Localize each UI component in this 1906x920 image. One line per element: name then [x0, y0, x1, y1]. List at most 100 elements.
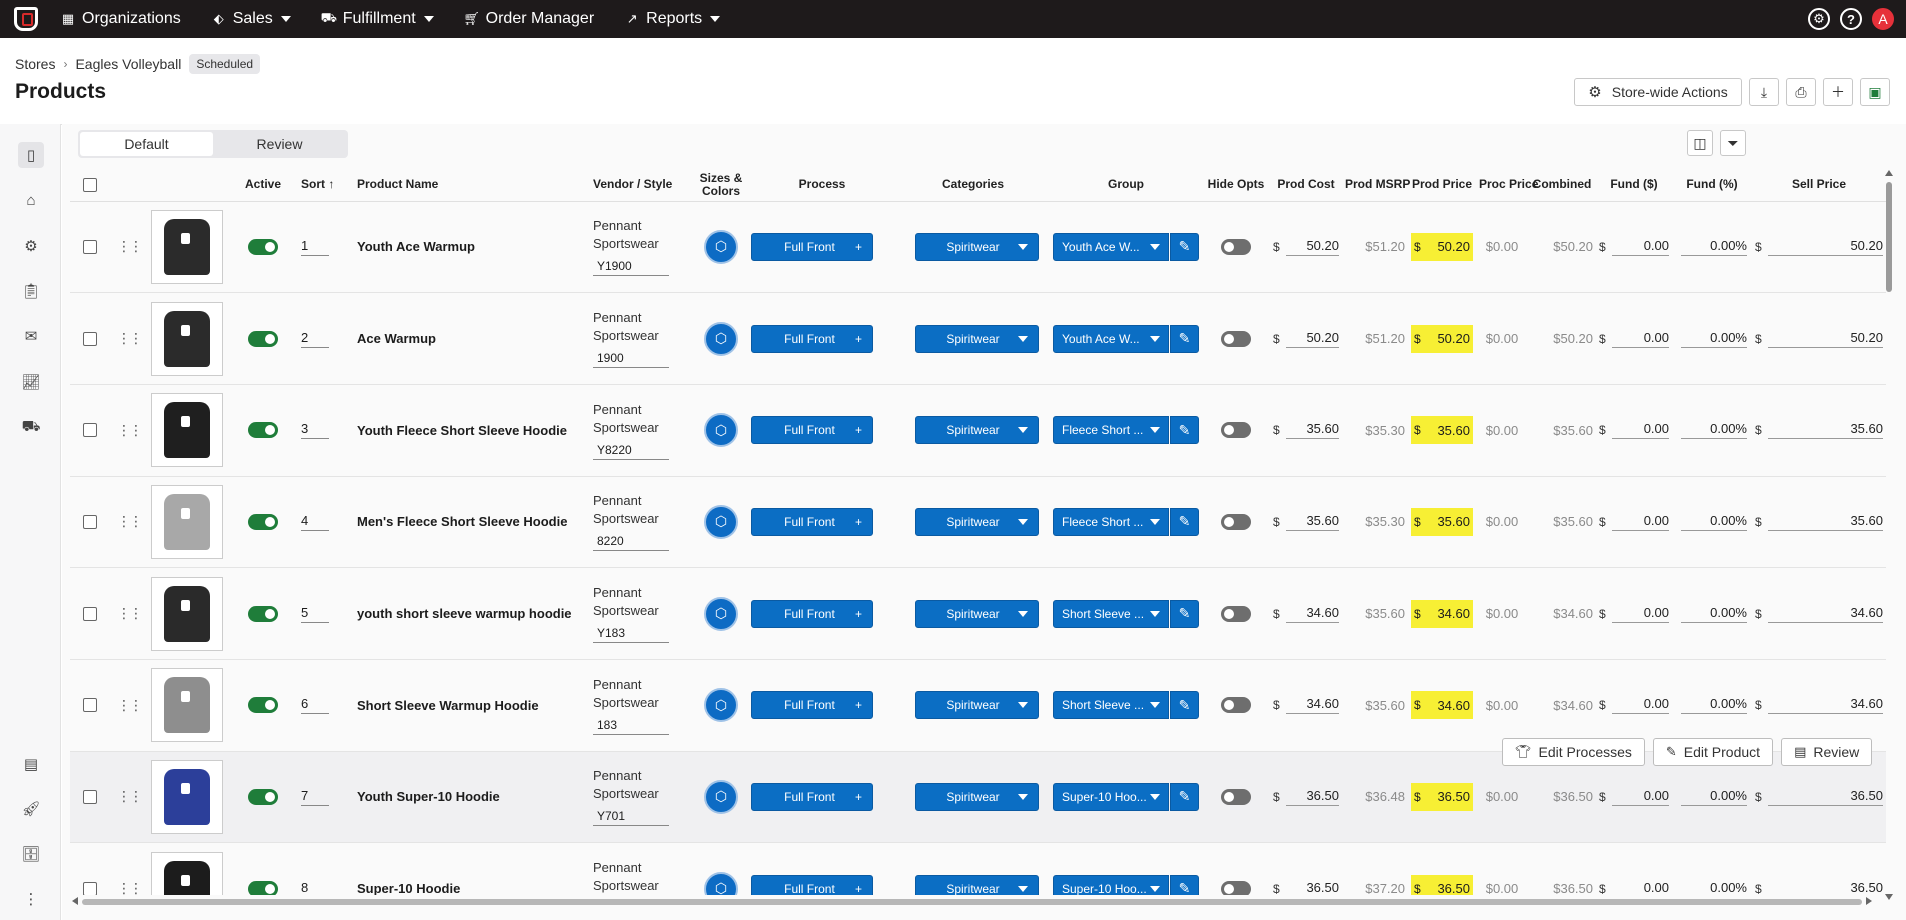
active-toggle[interactable]: [248, 788, 278, 805]
prod-cost-input[interactable]: 36.50: [1286, 880, 1339, 895]
active-toggle[interactable]: [248, 697, 278, 714]
sizes-colors-button[interactable]: ⬡: [704, 596, 738, 631]
scroll-left-arrow-icon[interactable]: [72, 897, 78, 905]
product-name[interactable]: Men's Fleece Short Sleeve Hoodie: [357, 514, 567, 529]
fund-input[interactable]: 0.00: [1611, 421, 1669, 440]
filter-button[interactable]: ⏷: [1720, 130, 1746, 156]
nav-fulfillment[interactable]: ⛟ Fulfillment: [321, 10, 434, 28]
table-row[interactable]: ⋮⋮ 1 Youth Ace Warmup Pennant Sportswear Y19…: [70, 201, 1886, 294]
active-toggle[interactable]: [248, 330, 278, 347]
sell-price-input[interactable]: 36.50: [1768, 880, 1883, 895]
product-thumbnail[interactable]: [151, 576, 223, 651]
fund-pct-input[interactable]: 0.00%: [1681, 696, 1747, 715]
nav-organizations[interactable]: ▦ Organizations: [60, 10, 181, 28]
breadcrumb-stores[interactable]: Stores: [15, 56, 55, 72]
sell-price-input[interactable]: 34.60: [1767, 605, 1883, 623]
analytics-icon[interactable]: 📈︎: [18, 369, 44, 395]
columns-button[interactable]: ◫: [1687, 130, 1713, 156]
fund-input[interactable]: 0.00: [1612, 880, 1669, 895]
hide-opts-toggle[interactable]: [1221, 788, 1251, 805]
fund-input[interactable]: 0.00: [1611, 788, 1669, 806]
product-thumbnail[interactable]: [151, 301, 223, 376]
category-dropdown[interactable]: Spiritwear: [915, 232, 1039, 261]
sizes-colors-button[interactable]: ⬡: [704, 321, 738, 356]
process-button[interactable]: Full Front +: [751, 232, 873, 261]
edit-group-button[interactable]: ✎: [1170, 416, 1199, 445]
prod-price-input[interactable]: $34.60: [1411, 691, 1473, 720]
fund-pct-input[interactable]: 0.00%: [1681, 605, 1747, 623]
fund-pct-input[interactable]: 0.00%: [1681, 880, 1747, 895]
table-row[interactable]: ⋮⋮ 4 Men's Fleece Short Sleeve Hoodie Penna…: [70, 476, 1886, 569]
settings-gear-icon[interactable]: ⚙: [1808, 8, 1830, 30]
archive-icon[interactable]: 🗄︎: [18, 841, 44, 867]
edit-group-button[interactable]: ✎: [1170, 507, 1199, 536]
category-dropdown[interactable]: Spiritwear: [915, 874, 1039, 895]
print-button[interactable]: ⎙: [1786, 78, 1816, 106]
review-button[interactable]: ▤ Review: [1781, 738, 1873, 766]
fund-input[interactable]: 0.00: [1611, 696, 1669, 715]
nav-order-manager[interactable]: 🛒︎ Order Manager: [463, 10, 594, 28]
sizes-colors-button[interactable]: ⬡: [704, 688, 738, 723]
sizes-colors-button[interactable]: ⬡: [704, 413, 738, 448]
row-checkbox[interactable]: [83, 514, 97, 529]
group-dropdown[interactable]: Short Sleeve ...: [1053, 599, 1170, 628]
active-toggle[interactable]: [248, 605, 278, 622]
clipboard-icon[interactable]: 📋︎: [18, 278, 44, 304]
hide-opts-toggle[interactable]: [1221, 238, 1251, 255]
row-checkbox[interactable]: [83, 239, 97, 254]
app-logo-icon[interactable]: [14, 7, 38, 31]
header-product-name[interactable]: Product Name: [354, 169, 590, 202]
drag-handle-icon[interactable]: ⋮⋮: [117, 788, 143, 804]
header-proc-price[interactable]: Proc Price: [1476, 169, 1538, 202]
product-name[interactable]: Super-10 Hoodie: [357, 881, 460, 895]
sizes-colors-button[interactable]: ⬡: [704, 871, 738, 895]
edit-group-button[interactable]: ✎: [1170, 691, 1199, 720]
sell-price-input[interactable]: 34.60: [1767, 696, 1883, 715]
style-input[interactable]: Y701: [593, 809, 669, 827]
nav-reports[interactable]: ↗ Reports: [624, 10, 721, 28]
truck-icon[interactable]: ⛟: [18, 414, 44, 440]
style-input[interactable]: 8220: [593, 534, 669, 552]
horizontal-scroll-thumb[interactable]: [82, 899, 1862, 905]
header-categories[interactable]: Categories: [896, 169, 1050, 202]
sort-input[interactable]: 6: [301, 696, 329, 715]
product-name[interactable]: Ace Warmup: [357, 331, 436, 346]
sell-price-input[interactable]: 35.60: [1767, 421, 1883, 440]
header-active[interactable]: Active: [228, 169, 298, 202]
row-checkbox[interactable]: [83, 606, 97, 621]
header-hide-opts[interactable]: Hide Opts: [1202, 169, 1270, 202]
header-fund-pct[interactable]: Fund (%): [1672, 169, 1752, 202]
product-thumbnail[interactable]: [151, 759, 223, 834]
prod-cost-input[interactable]: 50.20: [1285, 330, 1339, 348]
nav-sales[interactable]: ⬖ Sales: [211, 10, 291, 28]
avatar[interactable]: A: [1872, 8, 1894, 30]
drag-handle-icon[interactable]: ⋮⋮: [117, 880, 143, 895]
style-input[interactable]: Y8220: [593, 443, 669, 460]
sizes-colors-button[interactable]: ⬡: [704, 504, 738, 539]
hide-opts-toggle[interactable]: [1221, 697, 1251, 714]
sort-input[interactable]: 3: [301, 421, 329, 440]
group-dropdown[interactable]: Fleece Short ...: [1053, 416, 1170, 445]
product-thumbnail[interactable]: [151, 393, 223, 468]
sell-price-input[interactable]: 50.20: [1767, 238, 1883, 256]
fund-pct-input[interactable]: 0.00%: [1681, 513, 1747, 531]
scroll-down-arrow-icon[interactable]: [1885, 894, 1893, 900]
table-row[interactable]: ⋮⋮ 8 Super-10 Hoodie Pennant Sportswear701 ⬡…: [70, 842, 1886, 895]
vertical-scroll-thumb[interactable]: [1886, 182, 1892, 292]
product-name[interactable]: youth short sleeve warmup hoodie: [357, 606, 572, 621]
edit-product-button[interactable]: ✎ Edit Product: [1652, 738, 1774, 766]
prod-cost-input[interactable]: 35.60: [1285, 513, 1339, 531]
fund-input[interactable]: 0.00: [1611, 330, 1669, 348]
process-button[interactable]: Full Front +: [751, 507, 873, 536]
vertical-scrollbar[interactable]: [1885, 170, 1893, 900]
product-name[interactable]: Youth Ace Warmup: [357, 239, 475, 254]
prod-price-input[interactable]: $36.50: [1411, 782, 1473, 811]
group-dropdown[interactable]: Short Sleeve ...: [1053, 691, 1170, 720]
category-dropdown[interactable]: Spiritwear: [915, 691, 1039, 720]
drag-handle-icon[interactable]: ⋮⋮: [117, 605, 143, 621]
header-group[interactable]: Group: [1050, 169, 1202, 202]
header-prod-cost[interactable]: Prod Cost: [1270, 169, 1342, 202]
process-button[interactable]: Full Front +: [751, 599, 873, 628]
fund-input[interactable]: 0.00: [1611, 513, 1669, 531]
table-row[interactable]: ⋮⋮ 3 Youth Fleece Short Sleeve Hoodie Penna…: [70, 384, 1886, 477]
